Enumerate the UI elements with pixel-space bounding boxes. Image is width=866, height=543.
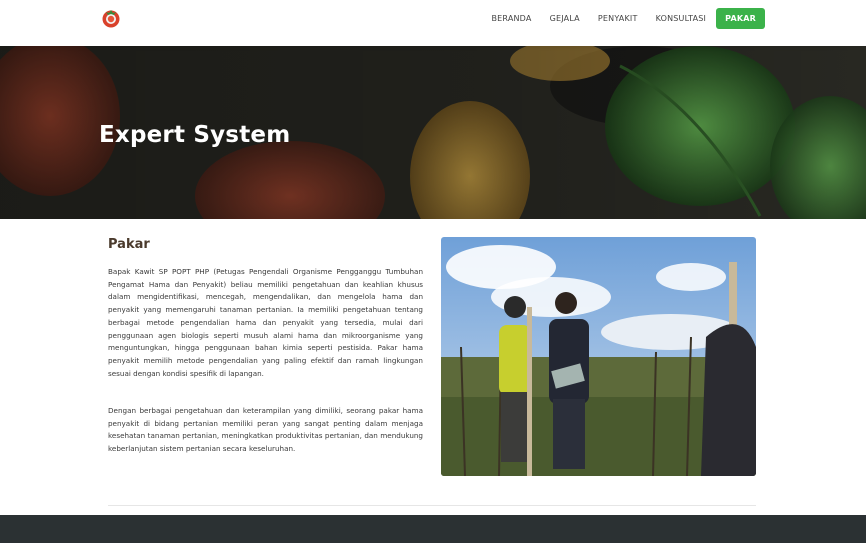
main-nav: BERANDA GEJALA PENYAKIT KONSULTASI PAKAR [473, 6, 765, 30]
nav-penyakit[interactable]: PENYAKIT [598, 14, 638, 23]
expert-role-description: Dengan berbagai pengetahuan dan keteramp… [108, 406, 423, 454]
section-title: Pakar [108, 237, 150, 252]
navbar: BERANDA GEJALA PENYAKIT KONSULTASI PAKAR [0, 0, 866, 46]
section-divider [108, 505, 756, 506]
footer [0, 515, 866, 543]
hero-title: Expert System [99, 122, 291, 148]
tomato-logo-icon[interactable] [101, 8, 121, 28]
nav-konsultasi[interactable]: KONSULTASI [656, 14, 707, 23]
nav-pakar-button[interactable]: PAKAR [716, 7, 765, 29]
expert-section: Pakar Bapak Kawit SP POPT PHP (Petugas P… [0, 219, 866, 515]
expert-description: Bapak Kawit SP POPT PHP (Petugas Pengend… [108, 267, 423, 378]
nav-beranda[interactable]: BERANDA [491, 14, 531, 23]
nav-gejala[interactable]: GEJALA [550, 14, 580, 23]
expert-field-photo [441, 237, 756, 476]
hero-banner: Expert System [0, 46, 866, 219]
